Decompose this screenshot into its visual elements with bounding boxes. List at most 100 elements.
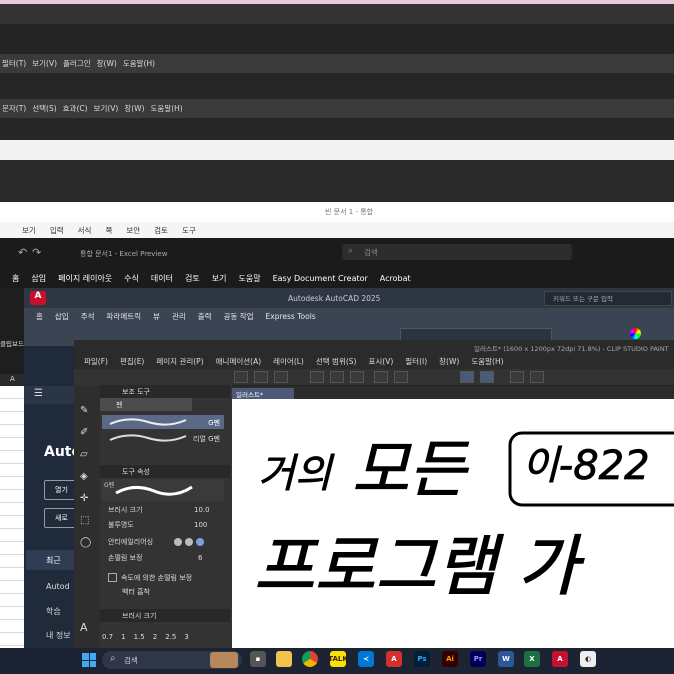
spreadsheet-grid[interactable]	[0, 386, 24, 648]
toolbar-button[interactable]	[234, 371, 248, 383]
photoshop-icon[interactable]: Ps	[414, 651, 430, 667]
property-anti-aliasing[interactable]: 안티에일리어싱	[100, 535, 230, 548]
nav-recent[interactable]: 최근	[26, 550, 74, 570]
menu-item[interactable]: 레이어(L)	[273, 356, 304, 367]
premiere-icon[interactable]: Pr	[470, 651, 486, 667]
word-icon[interactable]: W	[498, 651, 514, 667]
menu-item[interactable]: 도움말(H)	[471, 356, 503, 367]
checkbox-icon[interactable]	[108, 573, 117, 582]
toolbar-button[interactable]	[274, 371, 288, 383]
color-wheel-icon[interactable]	[630, 328, 641, 339]
kakaotalk-icon[interactable]: TALK	[328, 651, 348, 667]
tab-easy-document-creator[interactable]: Easy Document Creator	[273, 274, 368, 283]
autocad-icon[interactable]: A	[552, 651, 568, 667]
drawing-canvas[interactable]: 거의 모든 이-822 프로그램 가	[232, 399, 674, 648]
menu-item[interactable]: 서식	[78, 225, 92, 236]
tab-view[interactable]: 뷰	[153, 311, 160, 322]
menu-item[interactable]: 도움말(H)	[123, 58, 155, 69]
toolbar-button[interactable]	[510, 371, 524, 383]
chrome-icon[interactable]	[302, 651, 318, 667]
brush-size-option[interactable]: 1	[121, 633, 125, 641]
menu-item[interactable]: 보안	[126, 225, 140, 236]
tab-annotate[interactable]: 주석	[81, 311, 95, 322]
brush-size-option[interactable]: 1.5	[134, 633, 145, 641]
property-stabilization[interactable]: 손떨림 보정 6	[100, 551, 230, 564]
tab-insert[interactable]: 삽입	[31, 273, 46, 284]
text-tool-icon[interactable]: A	[80, 621, 88, 634]
menu-item[interactable]: 창(W)	[124, 103, 144, 114]
menu-item[interactable]: 도구	[182, 225, 196, 236]
tab-help[interactable]: 도움말	[238, 273, 260, 284]
new-button[interactable]: 새로	[44, 508, 76, 528]
open-button[interactable]: 열기	[44, 480, 76, 500]
clip-studio-icon[interactable]: ◐	[580, 651, 596, 667]
menu-item[interactable]: 필터(T)	[2, 58, 26, 69]
menu-item[interactable]: 선택 범위(S)	[316, 356, 357, 367]
file-explorer-icon[interactable]	[276, 651, 292, 667]
undo-icon[interactable]: ↶	[18, 246, 27, 259]
menu-item[interactable]: 쪽	[105, 225, 112, 236]
anti-aliasing-option[interactable]	[174, 537, 182, 546]
menu-item[interactable]: 문자(T)	[2, 103, 26, 114]
tab-collaborate[interactable]: 공동 작업	[224, 311, 254, 322]
tab-home[interactable]: 홈	[12, 273, 19, 284]
redo-icon[interactable]: ↷	[32, 246, 41, 259]
lasso-tool-icon[interactable]: ◯	[80, 537, 91, 548]
tab-view[interactable]: 보기	[212, 273, 227, 284]
menu-item[interactable]: 보기	[22, 225, 36, 236]
menu-item[interactable]: 검토	[154, 225, 168, 236]
menu-item[interactable]: 페이지 관리(P)	[156, 356, 203, 367]
widgets-icon[interactable]: ▪	[250, 651, 266, 667]
brush-size-option[interactable]: 3	[184, 633, 188, 641]
tab-page-layout[interactable]: 페이지 레이아웃	[58, 273, 112, 284]
menu-item[interactable]: 효과(C)	[63, 103, 88, 114]
menu-item[interactable]: 보기(V)	[32, 58, 57, 69]
menu-item[interactable]: 입력	[50, 225, 64, 236]
pen-tool-icon[interactable]: ✎	[80, 405, 88, 416]
selection-tool-icon[interactable]: ⬚	[80, 515, 89, 526]
tab-parametric[interactable]: 파라메트릭	[107, 311, 142, 322]
nav-learn[interactable]: 학습	[46, 606, 61, 617]
menu-item[interactable]: 파일(F)	[84, 356, 108, 367]
sub-tool-group-tab[interactable]: 펜	[100, 398, 192, 411]
tab-review[interactable]: 검토	[185, 273, 200, 284]
menu-item[interactable]: 편집(E)	[120, 356, 144, 367]
anti-aliasing-option[interactable]	[196, 537, 204, 546]
toolbar-button[interactable]	[254, 371, 268, 383]
tab-home[interactable]: 홈	[36, 311, 43, 322]
property-vector-snap[interactable]: 벡터 흡착	[100, 585, 230, 598]
eraser-tool-icon[interactable]: ▱	[80, 449, 88, 460]
brush-size-option[interactable]: 2	[153, 633, 157, 641]
menu-item[interactable]: 애니메이션(A)	[216, 356, 261, 367]
menu-item[interactable]: 창(W)	[439, 356, 459, 367]
property-opacity[interactable]: 불투명도 100	[100, 518, 230, 531]
menu-item[interactable]: 선택(S)	[32, 103, 56, 114]
tab-data[interactable]: 데이터	[151, 273, 173, 284]
tab-express-tools[interactable]: Express Tools	[266, 312, 316, 321]
fill-tool-icon[interactable]: ◈	[80, 471, 88, 482]
move-tool-icon[interactable]: ✛	[80, 493, 88, 504]
hamburger-icon[interactable]: ☰	[34, 388, 43, 399]
tab-acrobat[interactable]: Acrobat	[380, 274, 411, 283]
toolbar-button[interactable]	[530, 371, 544, 383]
toolbar-button[interactable]	[480, 371, 494, 383]
nav-my-info[interactable]: 내 정보	[46, 630, 71, 641]
anti-aliasing-option[interactable]	[185, 537, 193, 546]
tab-output[interactable]: 출력	[198, 311, 212, 322]
toolbar-button[interactable]	[394, 371, 408, 383]
tab-insert[interactable]: 삽입	[55, 311, 69, 322]
menu-item[interactable]: 표시(V)	[368, 356, 393, 367]
excel-search-box[interactable]: ⌕ 검색	[342, 244, 572, 260]
menu-item[interactable]: 도움말(H)	[151, 103, 183, 114]
nav-autodesk[interactable]: Autod	[46, 582, 70, 591]
property-brush-size[interactable]: 브러시 크기 10.0	[100, 503, 230, 516]
autocad-search-box[interactable]: 키워드 또는 구문 입력	[544, 291, 672, 306]
toolbar-button[interactable]	[350, 371, 364, 383]
taskbar-search-box[interactable]: ⌕ 검색	[102, 651, 242, 669]
toolbar-button[interactable]	[460, 371, 474, 383]
tab-manage[interactable]: 관리	[172, 311, 186, 322]
windows-logo-icon[interactable]	[82, 653, 96, 667]
property-speed-stabilization[interactable]: 속도에 의한 손떨림 보정	[100, 571, 230, 584]
brush-size-option[interactable]: 0.7	[102, 633, 113, 641]
brush-size-option[interactable]: 2.5	[165, 633, 176, 641]
